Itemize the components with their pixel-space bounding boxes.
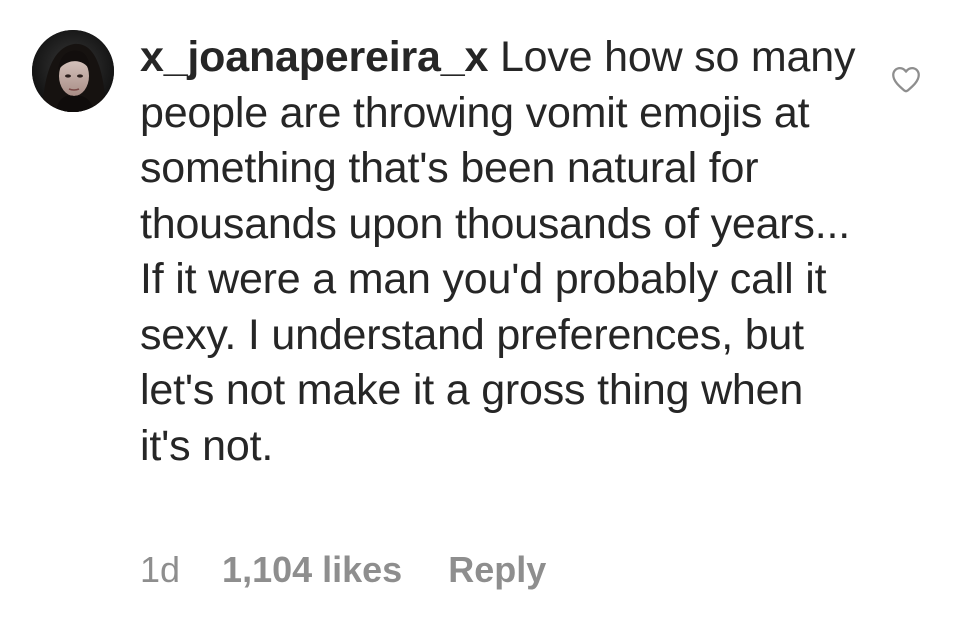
like-button-glyph bbox=[892, 66, 920, 93]
comment: x_joanapereira_x Love how so many people… bbox=[0, 0, 980, 618]
heart-outline-icon[interactable] bbox=[889, 62, 923, 96]
avatar-image bbox=[32, 30, 114, 112]
comment-text: Love how so many people are throwing vom… bbox=[140, 33, 856, 470]
comment-meta: 1d 1,104 likes Reply bbox=[140, 546, 546, 594]
comment-time[interactable]: 1d bbox=[140, 546, 180, 594]
likes-count[interactable]: 1,104 likes bbox=[222, 546, 402, 594]
avatar[interactable] bbox=[32, 30, 114, 112]
comment-username[interactable]: x_joanapereira_x bbox=[140, 33, 488, 81]
reply-button[interactable]: Reply bbox=[448, 546, 546, 594]
comment-body: x_joanapereira_x Love how so many people… bbox=[140, 30, 860, 474]
